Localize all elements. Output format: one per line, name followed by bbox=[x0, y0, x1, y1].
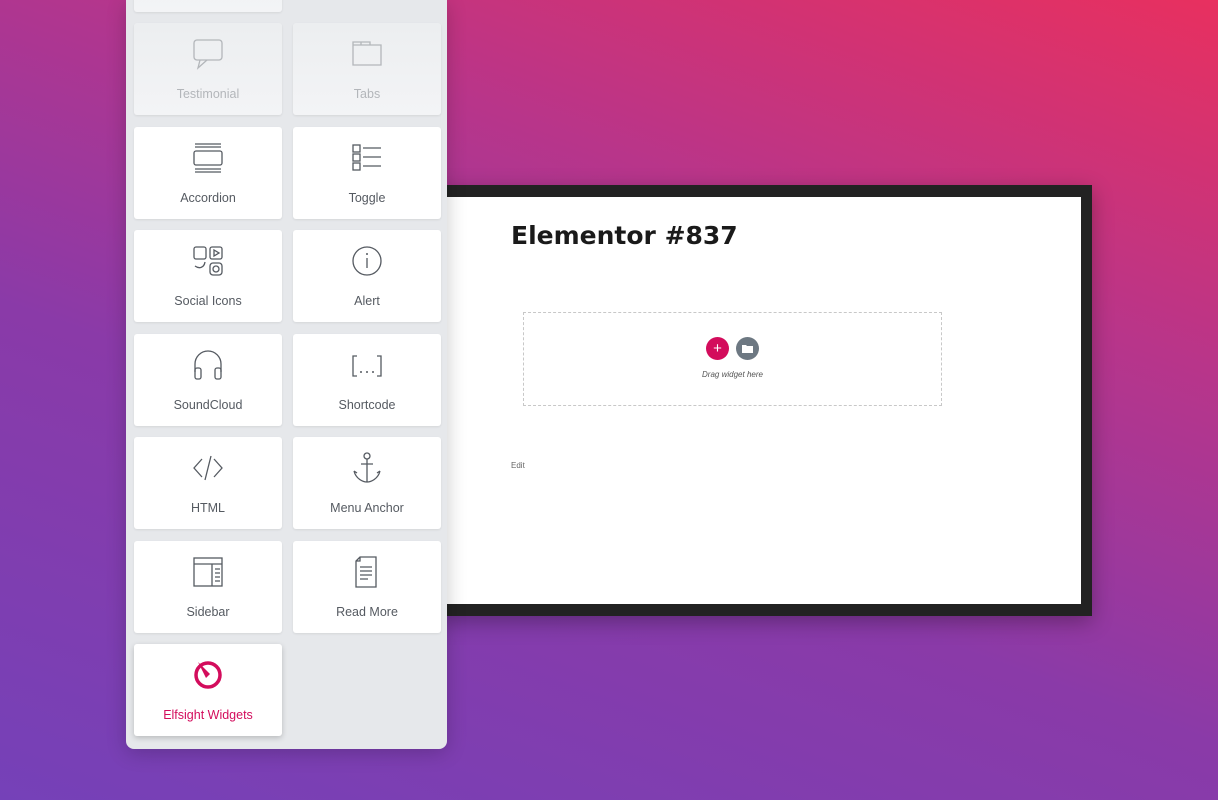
widget-label: Toggle bbox=[348, 190, 386, 205]
drop-hint: Drag widget here bbox=[702, 370, 763, 379]
elfsight-logo-icon bbox=[194, 661, 222, 689]
widget-tile-read-more[interactable]: Read More bbox=[293, 540, 441, 633]
anchor-icon bbox=[353, 452, 381, 483]
widgets-panel: Testimonial Tabs Accordion Toggle Social Ico… bbox=[126, 0, 447, 749]
info-circle-icon bbox=[352, 246, 382, 276]
widget-tile-alert[interactable]: Alert bbox=[293, 230, 441, 322]
widget-tile-sidebar[interactable]: Sidebar bbox=[134, 540, 282, 633]
widget-tile-accordion[interactable]: Accordion bbox=[134, 126, 282, 219]
widget-tile-elfsight-widgets[interactable]: Elfsight Widgets bbox=[134, 644, 282, 736]
widget-label: SoundCloud bbox=[173, 397, 243, 412]
speech-bubble-icon bbox=[193, 39, 223, 70]
shortcode-brackets-icon bbox=[352, 354, 382, 377]
widget-label: Menu Anchor bbox=[330, 501, 404, 515]
widget-label: Tabs bbox=[353, 87, 381, 101]
widget-label: Testimonial bbox=[176, 87, 240, 101]
widget-tile-toggle[interactable]: Toggle bbox=[293, 126, 441, 219]
headphones-icon bbox=[194, 349, 222, 380]
document-icon bbox=[355, 555, 377, 588]
folder-icon bbox=[742, 345, 753, 353]
widget-label: Shortcode bbox=[338, 397, 396, 412]
widget-tile-partial[interactable] bbox=[134, 0, 282, 12]
widget-label: Read More bbox=[336, 604, 398, 619]
plus-icon: + bbox=[713, 340, 722, 357]
widget-label: Social Icons bbox=[174, 294, 242, 308]
page-canvas: Elementor #837 + Drag widget here Edit bbox=[447, 197, 1081, 604]
accordion-icon bbox=[193, 142, 223, 173]
widget-label: Alert bbox=[354, 294, 380, 308]
page-title: Elementor #837 bbox=[511, 221, 738, 250]
social-icons-icon bbox=[193, 246, 223, 276]
widget-label: Elfsight Widgets bbox=[163, 708, 253, 722]
widget-label: Sidebar bbox=[186, 604, 230, 619]
widget-tile-soundcloud[interactable]: SoundCloud bbox=[134, 333, 282, 426]
edit-link[interactable]: Edit bbox=[511, 461, 525, 470]
add-section-button[interactable]: + bbox=[706, 337, 729, 360]
sidebar-layout-icon bbox=[193, 556, 223, 587]
widget-tile-social-icons[interactable]: Social Icons bbox=[134, 230, 282, 322]
widget-label: Accordion bbox=[180, 190, 236, 205]
add-template-button[interactable] bbox=[736, 337, 759, 360]
widget-tile-menu-anchor[interactable]: Menu Anchor bbox=[293, 437, 441, 529]
folder-tabs-icon bbox=[352, 41, 382, 66]
code-icon bbox=[193, 455, 223, 481]
widget-tile-shortcode[interactable]: Shortcode bbox=[293, 333, 441, 426]
widget-tile-testimonial[interactable]: Testimonial bbox=[134, 23, 282, 115]
drop-zone[interactable]: + Drag widget here bbox=[523, 312, 942, 406]
widget-tile-html[interactable]: HTML bbox=[134, 437, 282, 529]
widget-tile-tabs[interactable]: Tabs bbox=[293, 23, 441, 115]
widget-label: HTML bbox=[190, 501, 226, 515]
toggle-list-icon bbox=[352, 143, 381, 171]
